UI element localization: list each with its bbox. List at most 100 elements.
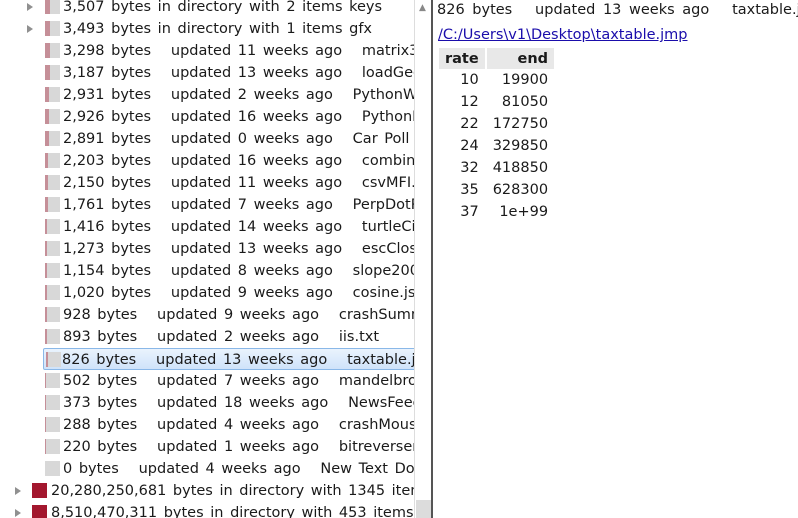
tree-file-item[interactable]: 2,891 bytes updated 0 weeks ago Car Poll… bbox=[0, 128, 414, 150]
scrollbar-thumb[interactable] bbox=[416, 500, 431, 518]
size-bar bbox=[46, 352, 61, 367]
tree-scrollbar[interactable]: ▲ bbox=[414, 0, 432, 518]
item-label: 0 bytes updated 4 weeks ago New Text Doc… bbox=[63, 461, 414, 477]
item-label: 3,298 bytes updated 11 weeks ago matrix3… bbox=[63, 43, 414, 59]
expand-triangle-icon[interactable] bbox=[27, 3, 33, 11]
size-bar-fill bbox=[45, 131, 50, 146]
size-bar bbox=[45, 285, 60, 300]
size-bar-fill bbox=[45, 21, 50, 36]
table-cell: 1e+99 bbox=[499, 204, 549, 220]
tree-file-item[interactable]: 1,020 bytes updated 9 weeks ago cosine.j… bbox=[0, 282, 414, 304]
scroll-up-arrow-icon[interactable]: ▲ bbox=[419, 3, 426, 13]
size-bar-fill bbox=[45, 307, 47, 322]
tree-file-item[interactable]: 1,154 bytes updated 8 weeks ago slope200… bbox=[0, 260, 414, 282]
table-row: 32 418850 bbox=[439, 157, 554, 179]
size-bar-fill bbox=[45, 241, 48, 256]
item-label: 373 bytes updated 18 weeks ago NewsFeed.… bbox=[63, 395, 414, 411]
size-bar-fill bbox=[45, 373, 47, 388]
tree-file-item[interactable]: 288 bytes updated 4 weeks ago crashMouse… bbox=[0, 414, 414, 436]
item-label: 826 bytes updated 13 weeks ago taxtable.… bbox=[62, 352, 414, 368]
size-bar-fill bbox=[45, 263, 47, 278]
tree-directory-item[interactable]: 20,280,250,681 bytes in directory with 1… bbox=[0, 480, 414, 502]
size-bar bbox=[45, 131, 60, 146]
tree-file-item[interactable]: 2,150 bytes updated 11 weeks ago csvMFI.… bbox=[0, 172, 414, 194]
table-cell: 628300 bbox=[492, 182, 549, 198]
item-label: 1,020 bytes updated 9 weeks ago cosine.j… bbox=[63, 285, 414, 301]
tree-directory-item[interactable]: 8,510,470,311 bytes in directory with 45… bbox=[0, 502, 414, 518]
item-label: 2,926 bytes updated 16 weeks ago PythonK… bbox=[63, 109, 414, 125]
item-label: 1,416 bytes updated 14 weeks ago turtleC… bbox=[63, 219, 414, 235]
item-label: 288 bytes updated 4 weeks ago crashMouse… bbox=[63, 417, 414, 433]
size-bar bbox=[45, 43, 60, 58]
size-bar-fill bbox=[45, 0, 50, 14]
table-cell: 32 bbox=[460, 160, 479, 176]
column-header-end[interactable]: end bbox=[486, 48, 555, 69]
file-path-link[interactable]: /C:/Users\v1\Desktop\taxtable.jmp bbox=[438, 25, 688, 45]
size-bar bbox=[45, 439, 60, 454]
item-label: 928 bytes updated 9 weeks ago crashSumma… bbox=[63, 307, 414, 323]
table-cell: 22 bbox=[460, 116, 479, 132]
size-bar-fill bbox=[45, 87, 50, 102]
tree-file-item[interactable]: 502 bytes updated 7 weeks ago mandelbrot… bbox=[0, 370, 414, 392]
size-bar-fill bbox=[45, 43, 50, 58]
item-label: 1,154 bytes updated 8 weeks ago slope200… bbox=[63, 263, 414, 279]
item-label: 2,931 bytes updated 2 weeks ago PythonWe… bbox=[63, 87, 414, 103]
tree-file-item[interactable]: 373 bytes updated 18 weeks ago NewsFeed.… bbox=[0, 392, 414, 414]
tree-file-item[interactable]: 1,761 bytes updated 7 weeks ago PerpDotP… bbox=[0, 194, 414, 216]
item-label: 502 bytes updated 7 weeks ago mandelbrot… bbox=[63, 373, 414, 389]
item-label: 3,507 bytes in directory with 2 items ke… bbox=[63, 0, 383, 15]
table-cell: 329850 bbox=[492, 138, 549, 154]
size-bar bbox=[45, 307, 60, 322]
size-bar bbox=[45, 197, 60, 212]
column-header-rate[interactable]: rate bbox=[439, 48, 485, 69]
size-bar bbox=[45, 395, 60, 410]
tree-file-item[interactable]: 0 bytes updated 4 weeks ago New Text Doc… bbox=[0, 458, 414, 480]
pane-splitter[interactable] bbox=[431, 0, 433, 518]
table-cell: 37 bbox=[460, 204, 479, 220]
tree-file-item[interactable]: 826 bytes updated 13 weeks ago taxtable.… bbox=[43, 348, 414, 370]
tree-file-item[interactable]: 2,926 bytes updated 16 weeks ago PythonK… bbox=[0, 106, 414, 128]
table-cell: 19900 bbox=[501, 72, 549, 88]
size-bar-fill bbox=[45, 417, 46, 432]
expand-triangle-icon[interactable] bbox=[15, 509, 21, 517]
tree-file-item[interactable]: 928 bytes updated 9 weeks ago crashSumma… bbox=[0, 304, 414, 326]
size-bar-fill bbox=[45, 219, 48, 234]
size-bar bbox=[45, 87, 60, 102]
size-bar bbox=[45, 241, 60, 256]
tree-file-item[interactable]: 2,203 bytes updated 16 weeks ago combine… bbox=[0, 150, 414, 172]
table-cell: 35 bbox=[460, 182, 479, 198]
tree-file-item[interactable]: 1,416 bytes updated 14 weeks ago turtleC… bbox=[0, 216, 414, 238]
size-bar-fill bbox=[45, 439, 46, 454]
expand-triangle-icon[interactable] bbox=[27, 25, 33, 33]
tree-directory-item[interactable]: 3,507 bytes in directory with 2 items ke… bbox=[0, 0, 414, 18]
file-tree[interactable]: 3,507 bytes in directory with 2 items ke… bbox=[0, 0, 414, 518]
tree-file-item[interactable]: 3,298 bytes updated 11 weeks ago matrix3… bbox=[0, 40, 414, 62]
table-cell: 81050 bbox=[501, 94, 549, 110]
size-bar bbox=[45, 373, 60, 388]
tree-file-item[interactable]: 220 bytes updated 1 weeks ago bitreverse… bbox=[0, 436, 414, 458]
tree-file-item[interactable]: 3,187 bytes updated 13 weeks ago loadGeo… bbox=[0, 62, 414, 84]
size-bar-fill bbox=[45, 65, 50, 80]
item-label: 8,510,470,311 bytes in directory with 45… bbox=[51, 505, 414, 518]
item-label: 3,187 bytes updated 13 weeks ago loadGeo… bbox=[63, 65, 414, 81]
size-bar bbox=[45, 461, 60, 476]
table-row: 12 81050 bbox=[439, 91, 554, 113]
table-cell: 12 bbox=[460, 94, 479, 110]
tree-file-item[interactable]: 893 bytes updated 2 weeks ago iis.txt bbox=[0, 326, 414, 348]
item-label: 220 bytes updated 1 weeks ago bitreverse… bbox=[63, 439, 414, 455]
expand-triangle-icon[interactable] bbox=[15, 487, 21, 495]
size-bar-fill bbox=[45, 175, 49, 190]
size-bar bbox=[45, 417, 60, 432]
size-bar-fill bbox=[45, 285, 47, 300]
size-bar-fill bbox=[45, 329, 47, 344]
table-cell: 418850 bbox=[492, 160, 549, 176]
tree-file-item[interactable]: 1,273 bytes updated 13 weeks ago escClos… bbox=[0, 238, 414, 260]
tree-file-item[interactable]: 2,931 bytes updated 2 weeks ago PythonWe… bbox=[0, 84, 414, 106]
size-bar-fill bbox=[45, 197, 48, 212]
table-row: 37 1e+99 bbox=[439, 201, 554, 223]
size-bar bbox=[45, 219, 60, 234]
table-row: 10 19900 bbox=[439, 69, 554, 91]
size-bar bbox=[45, 263, 60, 278]
size-bar bbox=[45, 21, 60, 36]
tree-directory-item[interactable]: 3,493 bytes in directory with 1 items gf… bbox=[0, 18, 414, 40]
